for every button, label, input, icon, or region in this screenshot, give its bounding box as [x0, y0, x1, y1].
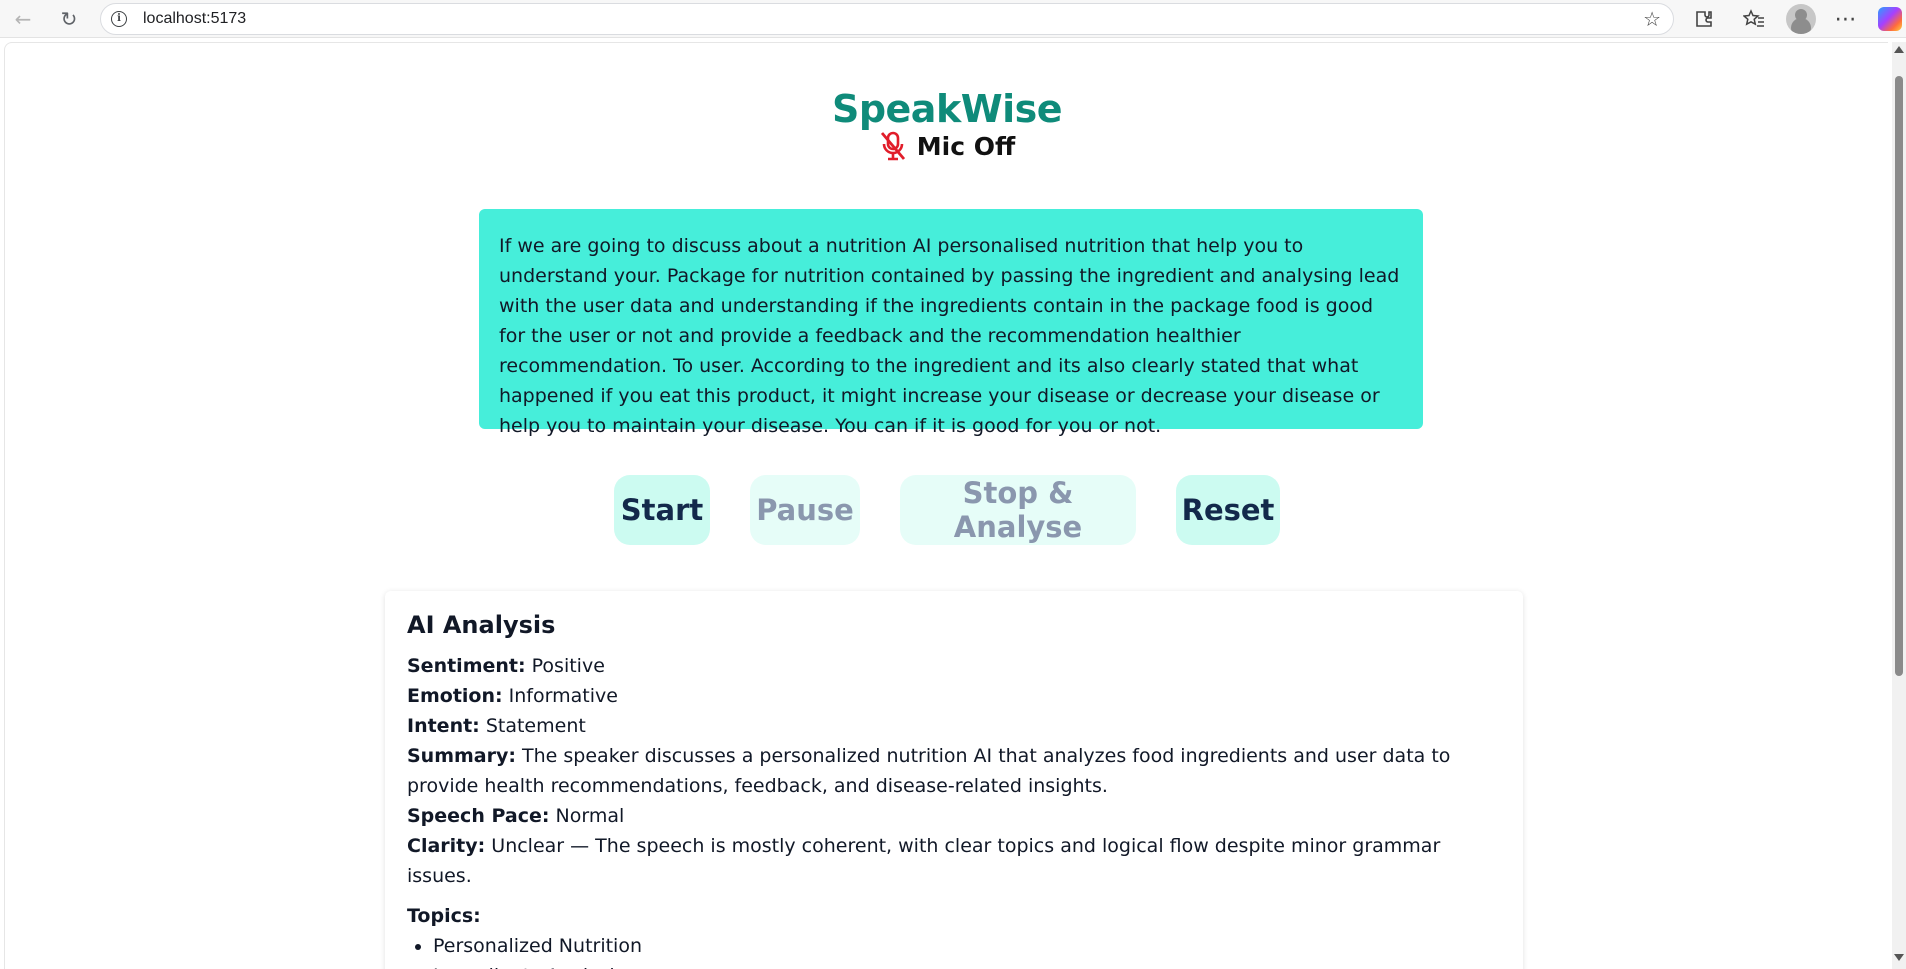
stop-analyse-button[interactable]: Stop & Analyse: [900, 475, 1136, 545]
pause-button[interactable]: Pause: [750, 475, 860, 545]
more-menu-icon[interactable]: ⋯: [1832, 5, 1860, 33]
analysis-title: AI Analysis: [407, 611, 556, 639]
controls-bar: Start Pause Stop & Analyse Reset: [5, 475, 1888, 545]
topics-label: Topics:: [407, 905, 481, 927]
reload-icon[interactable]: ↻: [56, 6, 82, 32]
profile-avatar-icon[interactable]: [1786, 4, 1816, 34]
sentiment-row: Sentiment: Positive: [407, 651, 1501, 681]
intent-row: Intent: Statement: [407, 711, 1501, 741]
intent-label: Intent:: [407, 715, 480, 737]
sentiment-value: Positive: [531, 655, 605, 677]
address-bar[interactable]: i localhost:5173 ☆: [100, 3, 1674, 35]
emotion-row: Emotion: Informative: [407, 681, 1501, 711]
scroll-thumb[interactable]: [1895, 76, 1903, 676]
speech-pace-label: Speech Pace:: [407, 805, 550, 827]
emotion-label: Emotion:: [407, 685, 503, 707]
speech-pace-row: Speech Pace: Normal: [407, 801, 1501, 831]
back-arrow-icon[interactable]: ←: [10, 6, 36, 32]
copilot-icon[interactable]: [1878, 7, 1902, 31]
mic-status: Mic Off: [5, 131, 1888, 161]
intent-value: Statement: [485, 715, 586, 737]
page-viewport: SpeakWise Mic Off If we are going to dis…: [4, 42, 1888, 969]
start-button[interactable]: Start: [614, 475, 710, 545]
summary-row: Summary: The speaker discusses a persona…: [407, 741, 1501, 801]
browser-toolbar: ← ↻ i localhost:5173 ☆ ⋯: [0, 0, 1906, 38]
sentiment-label: Sentiment:: [407, 655, 526, 677]
reset-button[interactable]: Reset: [1176, 475, 1280, 545]
vertical-scrollbar[interactable]: [1892, 42, 1906, 969]
speech-pace-value: Normal: [555, 805, 625, 827]
list-item: Ingredients Analysis: [433, 961, 1501, 969]
clarity-value: Unclear — The speech is mostly coherent,…: [407, 835, 1441, 887]
scroll-up-arrow-icon[interactable]: [1894, 46, 1904, 53]
summary-value: The speaker discusses a personalized nut…: [407, 745, 1451, 797]
info-icon[interactable]: i: [111, 11, 127, 27]
extensions-icon[interactable]: [1690, 5, 1718, 33]
emotion-value: Informative: [508, 685, 618, 707]
app-title: SpeakWise: [831, 87, 1063, 131]
analysis-card: AI Analysis Sentiment: Positive Emotion:…: [385, 591, 1523, 969]
summary-label: Summary:: [407, 745, 516, 767]
scroll-down-arrow-icon[interactable]: [1894, 954, 1904, 961]
transcript-box: If we are going to discuss about a nutri…: [479, 209, 1423, 437]
clarity-label: Clarity:: [407, 835, 486, 857]
clarity-row: Clarity: Unclear — The speech is mostly …: [407, 831, 1501, 891]
favorites-icon[interactable]: [1740, 5, 1768, 33]
topics-list: Personalized Nutrition Ingredients Analy…: [407, 931, 1501, 969]
mic-status-label: Mic Off: [916, 131, 1016, 161]
mic-off-icon: [880, 131, 905, 161]
list-item: Personalized Nutrition: [433, 931, 1501, 961]
star-icon[interactable]: ☆: [1643, 7, 1661, 31]
url-text[interactable]: localhost:5173: [143, 10, 246, 28]
